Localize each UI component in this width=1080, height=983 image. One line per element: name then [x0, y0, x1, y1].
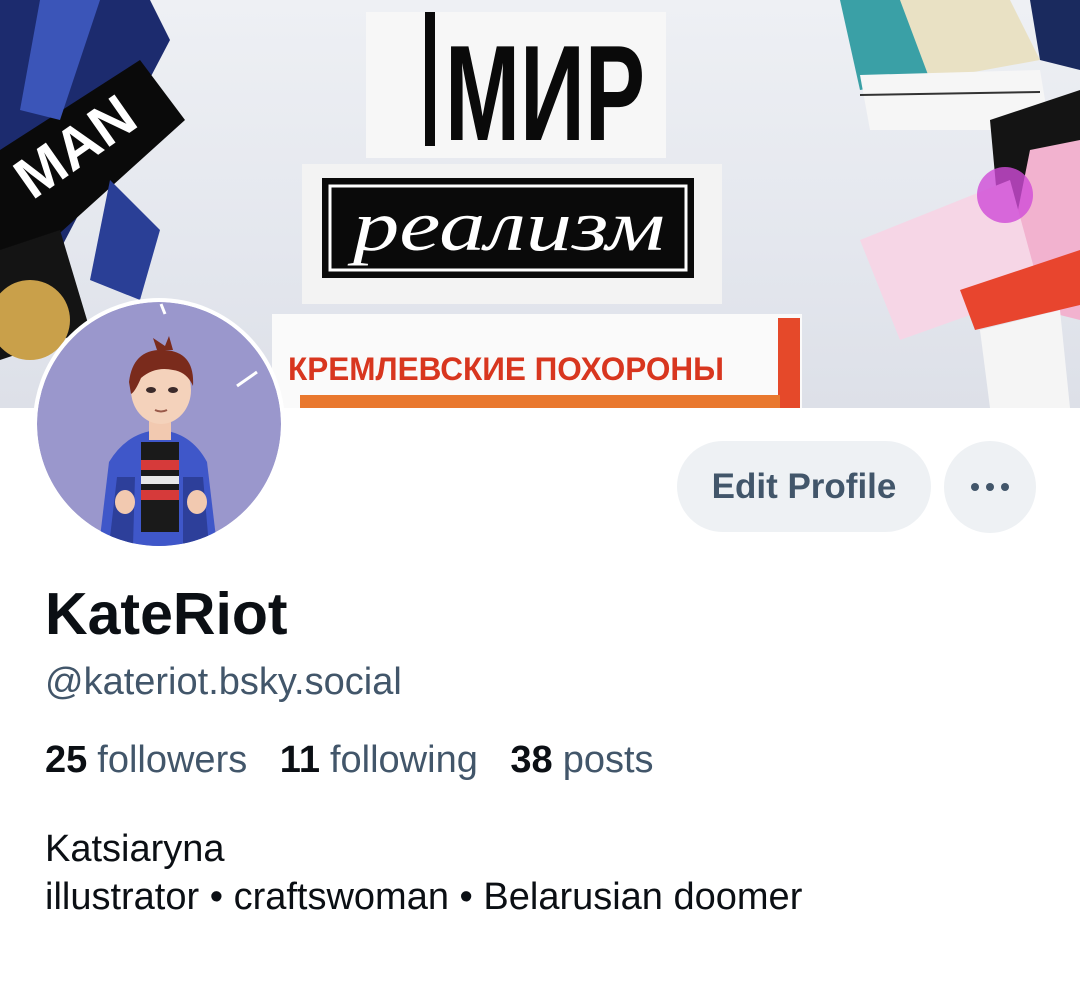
banner-title-word: МИР	[445, 17, 645, 169]
following-label: following	[329, 739, 478, 781]
posts-count: 38	[510, 739, 553, 781]
ellipsis-icon	[971, 483, 1009, 491]
profile-handle: @kateriot.bsky.social	[45, 661, 402, 703]
followers-label: followers	[97, 739, 248, 781]
profile-page: MAN МИР реализм КРЕМЛЕВСКИЕ ПОХОРОНЫ Edi…	[0, 0, 1080, 983]
profile-stats: 25 followers 11 following 38 posts	[45, 735, 676, 785]
posts-stat: 38 posts	[510, 735, 653, 785]
banner-subtitle-word: реализм	[347, 186, 665, 266]
profile-bio: Katsiaryna illustrator • craftswoman • B…	[45, 825, 802, 921]
bio-line: Katsiaryna	[45, 828, 225, 870]
followers-count: 25	[45, 739, 88, 781]
avatar-illustration	[37, 302, 281, 546]
followers-stat[interactable]: 25 followers	[45, 735, 247, 785]
edit-profile-button[interactable]: Edit Profile	[677, 441, 931, 532]
more-options-button[interactable]	[944, 441, 1036, 533]
bio-line: illustrator • craftswoman • Belarusian d…	[45, 876, 803, 918]
avatar[interactable]	[33, 298, 285, 550]
edit-profile-label: Edit Profile	[711, 466, 897, 506]
following-stat[interactable]: 11 following	[280, 735, 478, 785]
display-name: KateRiot	[45, 581, 288, 647]
banner-strip-text: КРЕМЛЕВСКИЕ ПОХОРОНЫ	[288, 351, 724, 387]
posts-label: posts	[562, 739, 654, 781]
following-count: 11	[279, 739, 320, 781]
